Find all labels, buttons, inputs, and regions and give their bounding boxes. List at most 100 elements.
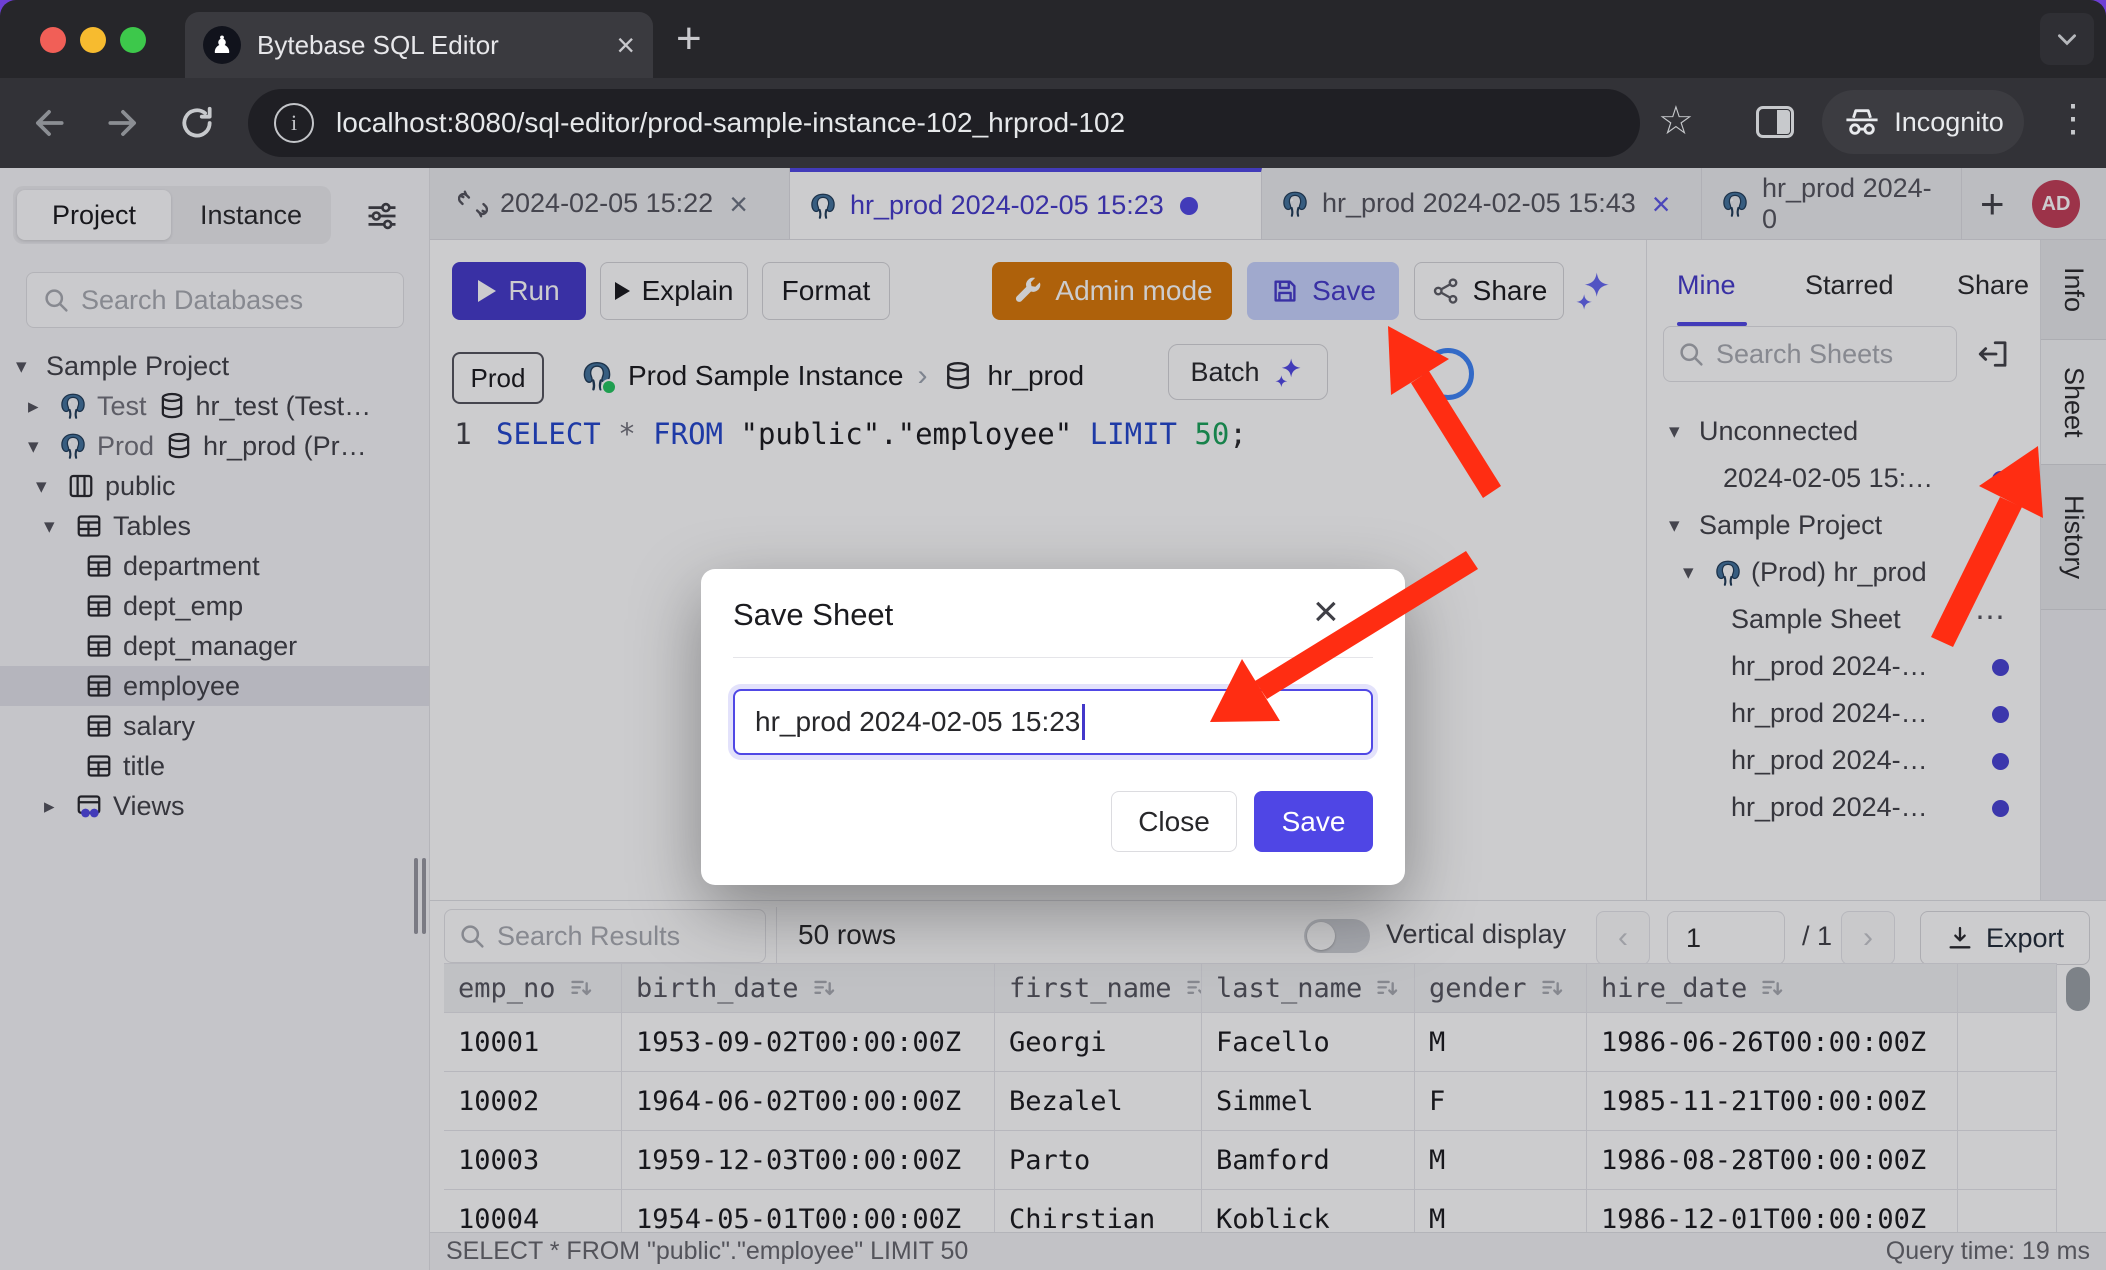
tree-item-department[interactable]: department (0, 546, 429, 586)
format-button[interactable]: Format (762, 262, 890, 320)
table-cell: M (1415, 1190, 1587, 1232)
prev-page-button[interactable]: ‹ (1596, 911, 1650, 965)
sheet-item[interactable]: hr_prod 2024-… (1647, 784, 2041, 831)
close-dialog-icon[interactable]: × (1313, 587, 1339, 637)
browser-menu-icon[interactable]: ⋮ (2054, 96, 2092, 141)
side-tab-info[interactable]: Info (2041, 240, 2106, 340)
caret-right-icon[interactable]: ▸ (28, 394, 58, 419)
sheet-item[interactable]: hr_prod 2024-… (1647, 737, 2041, 784)
caret-right-icon[interactable]: ▸ (44, 794, 74, 819)
minimize-window-button[interactable] (80, 27, 106, 53)
sheet-item[interactable]: hr_prod 2024-… (1647, 643, 2041, 690)
table-row[interactable]: 100021964-06-02T00:00:00ZBezalelSimmelF1… (444, 1072, 2057, 1131)
maximize-window-button[interactable] (120, 27, 146, 53)
column-header[interactable]: last_name (1202, 964, 1415, 1012)
search-databases-input[interactable]: Search Databases (26, 272, 404, 328)
tab-project[interactable]: Project (17, 190, 171, 240)
sidebar-resize-handle[interactable] (412, 858, 428, 934)
run-button[interactable]: Run (452, 262, 586, 320)
close-tab-icon[interactable]: × (616, 29, 635, 61)
sheet-item[interactable]: 2024-02-05 15:… (1647, 455, 2041, 502)
new-editor-tab-button[interactable]: + (1962, 168, 2023, 240)
editor-tab[interactable]: hr_prod 2024-02-05 15:23 (790, 168, 1262, 239)
sheet-item[interactable]: Sample Sheet⋯ (1647, 596, 2041, 643)
column-header[interactable]: gender (1415, 964, 1587, 1012)
tree-item-views[interactable]: ▸Views (0, 786, 429, 826)
tree-item-employee[interactable]: employee (0, 666, 429, 706)
side-tab-history[interactable]: History (2041, 465, 2106, 610)
import-sheet-icon[interactable] (1975, 336, 2011, 372)
page-number-input[interactable]: 1 (1667, 911, 1785, 965)
site-info-icon[interactable]: i (274, 103, 314, 143)
tab-share[interactable]: Share (1957, 270, 2029, 301)
sheet-item[interactable]: ▾(Prod) hr_prod (1647, 549, 2041, 596)
tab-search-button[interactable] (2040, 13, 2094, 65)
sheet-item[interactable]: ▾Unconnected (1647, 408, 2041, 455)
caret-down-icon[interactable]: ▾ (1669, 419, 1699, 444)
close-tab-icon[interactable]: × (1652, 188, 1671, 220)
column-header[interactable]: hire_date (1587, 964, 1958, 1012)
caret-down-icon[interactable]: ▾ (44, 514, 74, 539)
bookmark-star-icon[interactable]: ☆ (1658, 98, 1694, 144)
sql-code-line[interactable]: 1 SELECT * FROM "public"."employee" LIMI… (430, 408, 1646, 460)
filter-sliders-icon[interactable] (364, 198, 400, 234)
forward-icon[interactable] (104, 104, 142, 142)
instance-name[interactable]: Prod Sample Instance (628, 360, 904, 392)
tab-mine[interactable]: Mine (1677, 270, 1736, 301)
admin-mode-button[interactable]: Admin mode (992, 262, 1232, 320)
close-tab-icon[interactable]: × (729, 188, 748, 220)
save-confirm-button[interactable]: Save (1254, 791, 1373, 852)
browser-tab[interactable]: ♟ Bytebase SQL Editor × (185, 12, 653, 78)
column-header[interactable]: first_name (995, 964, 1202, 1012)
url-bar[interactable]: i localhost:8080/sql-editor/prod-sample-… (248, 89, 1640, 157)
tree-item-hr-prod-pr-[interactable]: ▾Prodhr_prod (Pr… (0, 426, 429, 466)
scrollbar-thumb[interactable] (2066, 967, 2090, 1011)
close-window-button[interactable] (40, 27, 66, 53)
sheet-item[interactable]: hr_prod 2024-… (1647, 690, 2041, 737)
tree-item-dept-manager[interactable]: dept_manager (0, 626, 429, 666)
back-icon[interactable] (30, 104, 68, 142)
editor-tab[interactable]: 2024-02-05 15:22× (440, 168, 790, 239)
batch-button[interactable]: Batch (1168, 344, 1328, 400)
tree-item-tables[interactable]: ▾Tables (0, 506, 429, 546)
reload-icon[interactable] (178, 104, 216, 142)
sheet-item[interactable]: ▾Sample Project (1647, 502, 2041, 549)
next-page-button[interactable]: › (1841, 911, 1895, 965)
search-results-input[interactable]: Search Results (444, 909, 766, 963)
share-button[interactable]: Share (1414, 262, 1564, 320)
new-tab-button[interactable]: + (676, 14, 702, 64)
caret-down-icon[interactable]: ▾ (1669, 513, 1699, 538)
user-avatar[interactable]: AD (2032, 180, 2080, 228)
caret-down-icon[interactable]: ▾ (16, 354, 46, 379)
column-header[interactable]: birth_date (622, 964, 995, 1012)
tree-item-dept-emp[interactable]: dept_emp (0, 586, 429, 626)
table-row[interactable]: 100011953-09-02T00:00:00ZGeorgiFacelloM1… (444, 1013, 2057, 1072)
tree-item-salary[interactable]: salary (0, 706, 429, 746)
caret-down-icon[interactable]: ▾ (1683, 560, 1713, 585)
database-name[interactable]: hr_prod (988, 360, 1085, 392)
caret-down-icon[interactable]: ▾ (36, 474, 66, 499)
table-row[interactable]: 100041954-05-01T00:00:00ZChirstianKoblic… (444, 1190, 2057, 1232)
save-button[interactable]: Save (1247, 262, 1399, 320)
tree-item-sample-project[interactable]: ▾Sample Project (0, 346, 429, 386)
tab-starred[interactable]: Starred (1805, 270, 1894, 301)
sheet-name-input[interactable]: hr_prod 2024-02-05 15:23 (733, 689, 1373, 755)
explain-button[interactable]: Explain (600, 262, 748, 320)
side-tab-sheet[interactable]: Sheet (2041, 340, 2106, 465)
tree-item-hr-test-test-[interactable]: ▸Testhr_test (Test… (0, 386, 429, 426)
tree-item-title[interactable]: title (0, 746, 429, 786)
editor-tab[interactable]: hr_prod 2024-0 (1702, 168, 1962, 239)
editor-tab[interactable]: hr_prod 2024-02-05 15:43× (1262, 168, 1702, 239)
column-header[interactable]: emp_no (444, 964, 622, 1012)
side-panel-icon[interactable] (1756, 106, 1794, 138)
tree-item-public[interactable]: ▾public (0, 466, 429, 506)
tab-instance[interactable]: Instance (175, 190, 327, 240)
vertical-display-toggle[interactable] (1304, 919, 1370, 953)
export-button[interactable]: Export (1920, 911, 2090, 965)
search-sheets-input[interactable]: Search Sheets (1663, 326, 1957, 382)
ai-sparkles-icon[interactable] (1572, 268, 1616, 312)
table-row[interactable]: 100031959-12-03T00:00:00ZPartoBamfordM19… (444, 1131, 2057, 1190)
more-menu-icon[interactable]: ⋯ (1975, 600, 2005, 635)
close-button[interactable]: Close (1111, 791, 1237, 852)
caret-down-icon[interactable]: ▾ (28, 434, 58, 459)
